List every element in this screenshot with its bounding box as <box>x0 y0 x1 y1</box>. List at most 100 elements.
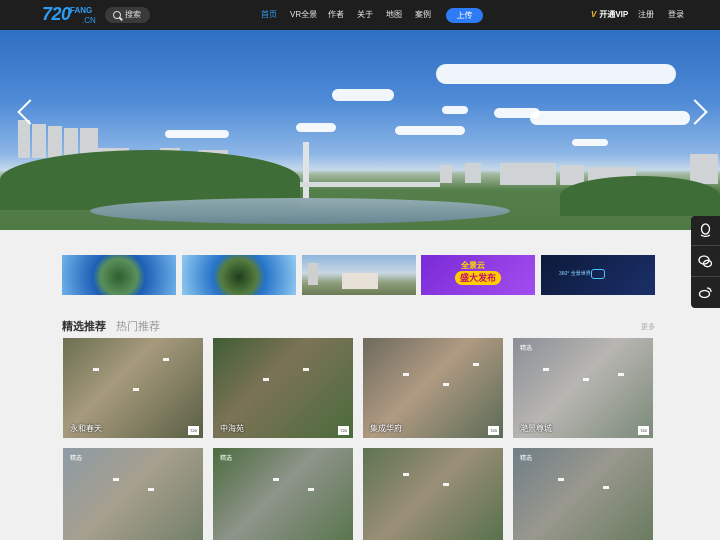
building <box>308 263 318 285</box>
cloud <box>530 111 690 125</box>
nav-vr-panorama[interactable]: VR全景 <box>290 0 317 30</box>
vip-label: 开通VIP <box>599 10 629 19</box>
hotspot-marker <box>403 473 409 476</box>
register-link[interactable]: 注册 <box>638 0 654 30</box>
project-card[interactable]: 永和春天 720 <box>63 338 203 438</box>
logo-number: 720 <box>42 4 71 24</box>
project-card[interactable]: 精选 <box>513 448 653 540</box>
upload-button[interactable]: 上传 <box>446 8 483 23</box>
hotspot-marker <box>133 388 139 391</box>
logo-fang: FANG <box>70 6 93 15</box>
building <box>18 120 30 158</box>
project-card[interactable]: 精选 滟景尊城 720 <box>513 338 653 438</box>
hotspot-marker <box>303 368 309 371</box>
nav-map[interactable]: 地图 <box>386 0 402 30</box>
vr-promo-text: 360° 全景世界 <box>559 271 591 277</box>
tab-featured[interactable]: 精选推荐 <box>62 318 106 334</box>
search-button[interactable]: 搜索 <box>105 7 150 23</box>
vip-icon: V <box>591 10 597 19</box>
building <box>440 165 452 183</box>
project-card[interactable]: 精选 <box>213 448 353 540</box>
search-label: 搜索 <box>125 10 141 19</box>
bridge-tower <box>303 142 309 198</box>
building <box>32 124 46 158</box>
thumbnail-4[interactable]: 全景云 盛大发布 <box>421 255 535 295</box>
card-title: 中海苑 <box>220 424 244 433</box>
thumbnail-5[interactable]: 360° 全景世界 <box>541 255 655 295</box>
project-card[interactable]: 集成华府 720 <box>363 338 503 438</box>
cloud <box>296 123 336 132</box>
share-sidebar <box>691 216 720 308</box>
card-title: 集成华府 <box>370 424 402 433</box>
vr-goggles-icon <box>591 269 605 279</box>
promo-line-2: 盛大发布 <box>455 271 501 285</box>
hotspot-marker <box>473 363 479 366</box>
building <box>500 163 556 185</box>
cloud <box>442 106 468 114</box>
hotspot-marker <box>93 368 99 371</box>
card-title: 滟景尊城 <box>520 424 552 433</box>
cloud <box>572 139 608 146</box>
project-card[interactable] <box>363 448 503 540</box>
qq-icon <box>700 223 711 238</box>
hotspot-marker <box>618 373 624 376</box>
more-link[interactable]: 更多 <box>641 322 655 332</box>
hotspot-marker <box>603 486 609 489</box>
thumbnail-1[interactable] <box>62 255 176 295</box>
qq-button[interactable] <box>691 216 720 246</box>
building <box>465 163 481 183</box>
cloud <box>332 89 394 101</box>
nav-authors[interactable]: 作者 <box>328 0 344 30</box>
featured-tag: 精选 <box>520 346 533 352</box>
weibo-button[interactable] <box>691 278 720 308</box>
project-card[interactable]: 中海苑 720 <box>213 338 353 438</box>
building <box>342 273 378 289</box>
hotspot-marker <box>148 488 154 491</box>
nav-home[interactable]: 首页 <box>261 0 277 30</box>
promo-line-1: 全景云 <box>461 261 485 270</box>
thumbnail-3[interactable] <box>302 255 416 295</box>
cloud <box>436 64 676 84</box>
720-badge-icon: 720 <box>638 426 649 435</box>
login-link[interactable]: 登录 <box>668 0 684 30</box>
hotspot-marker <box>308 488 314 491</box>
hotspot-marker <box>558 478 564 481</box>
building <box>690 154 718 184</box>
720-badge-icon: 720 <box>488 426 499 435</box>
hotspot-marker <box>543 368 549 371</box>
top-navigation-bar: 720 FANG .CN 搜索 首页 VR全景 作者 关于 地图 案例 上传 V… <box>0 0 720 30</box>
wechat-icon <box>698 255 713 268</box>
vip-button[interactable]: V 开通VIP <box>591 0 628 30</box>
hotspot-marker <box>443 383 449 386</box>
chevron-right-icon[interactable] <box>692 100 706 124</box>
featured-tag: 精选 <box>220 456 233 462</box>
site-logo[interactable]: 720 FANG .CN <box>42 4 98 26</box>
hero-banner[interactable] <box>0 30 720 230</box>
hotspot-marker <box>163 358 169 361</box>
card-title: 永和春天 <box>70 424 102 433</box>
cloud <box>165 130 229 138</box>
nav-cases[interactable]: 案例 <box>415 0 431 30</box>
weibo-icon <box>698 287 712 299</box>
tab-popular[interactable]: 热门推荐 <box>116 318 160 334</box>
featured-tag: 精选 <box>520 456 533 462</box>
hotspot-marker <box>443 483 449 486</box>
hotspot-marker <box>113 478 119 481</box>
search-icon <box>113 11 121 19</box>
hotspot-marker <box>263 378 269 381</box>
project-card[interactable]: 精选 <box>63 448 203 540</box>
hotspot-marker <box>273 478 279 481</box>
featured-tag: 精选 <box>70 456 83 462</box>
river <box>90 198 510 224</box>
720-badge-icon: 720 <box>338 426 349 435</box>
nav-about[interactable]: 关于 <box>357 0 373 30</box>
720-badge-icon: 720 <box>188 426 199 435</box>
thumbnail-2[interactable] <box>182 255 296 295</box>
hotspot-marker <box>403 373 409 376</box>
cloud <box>395 126 465 135</box>
chevron-left-icon[interactable] <box>18 100 32 124</box>
hotspot-marker <box>583 378 589 381</box>
wechat-button[interactable] <box>691 247 720 277</box>
logo-domain: .CN <box>82 16 96 25</box>
hill <box>560 176 720 216</box>
